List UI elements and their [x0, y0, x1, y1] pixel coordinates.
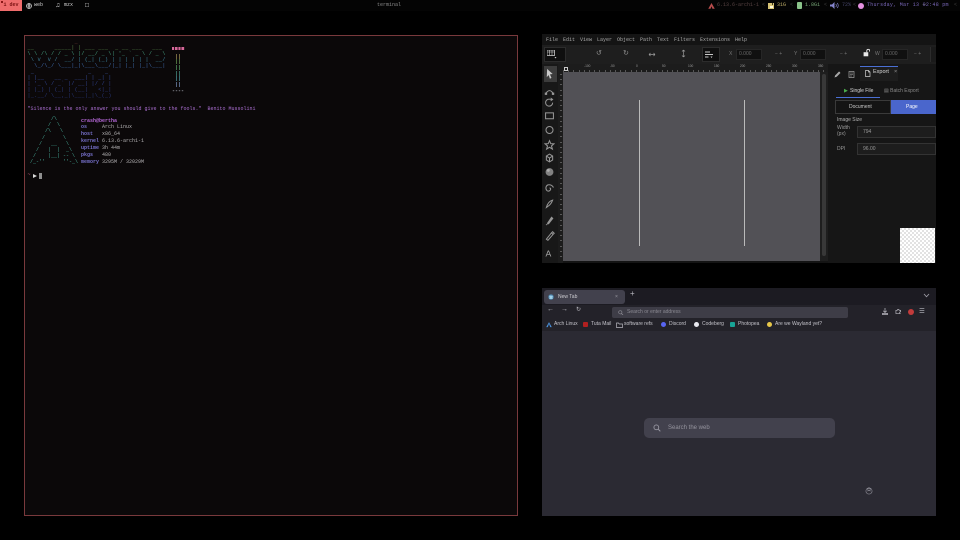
svg-text:A: A	[546, 249, 552, 259]
